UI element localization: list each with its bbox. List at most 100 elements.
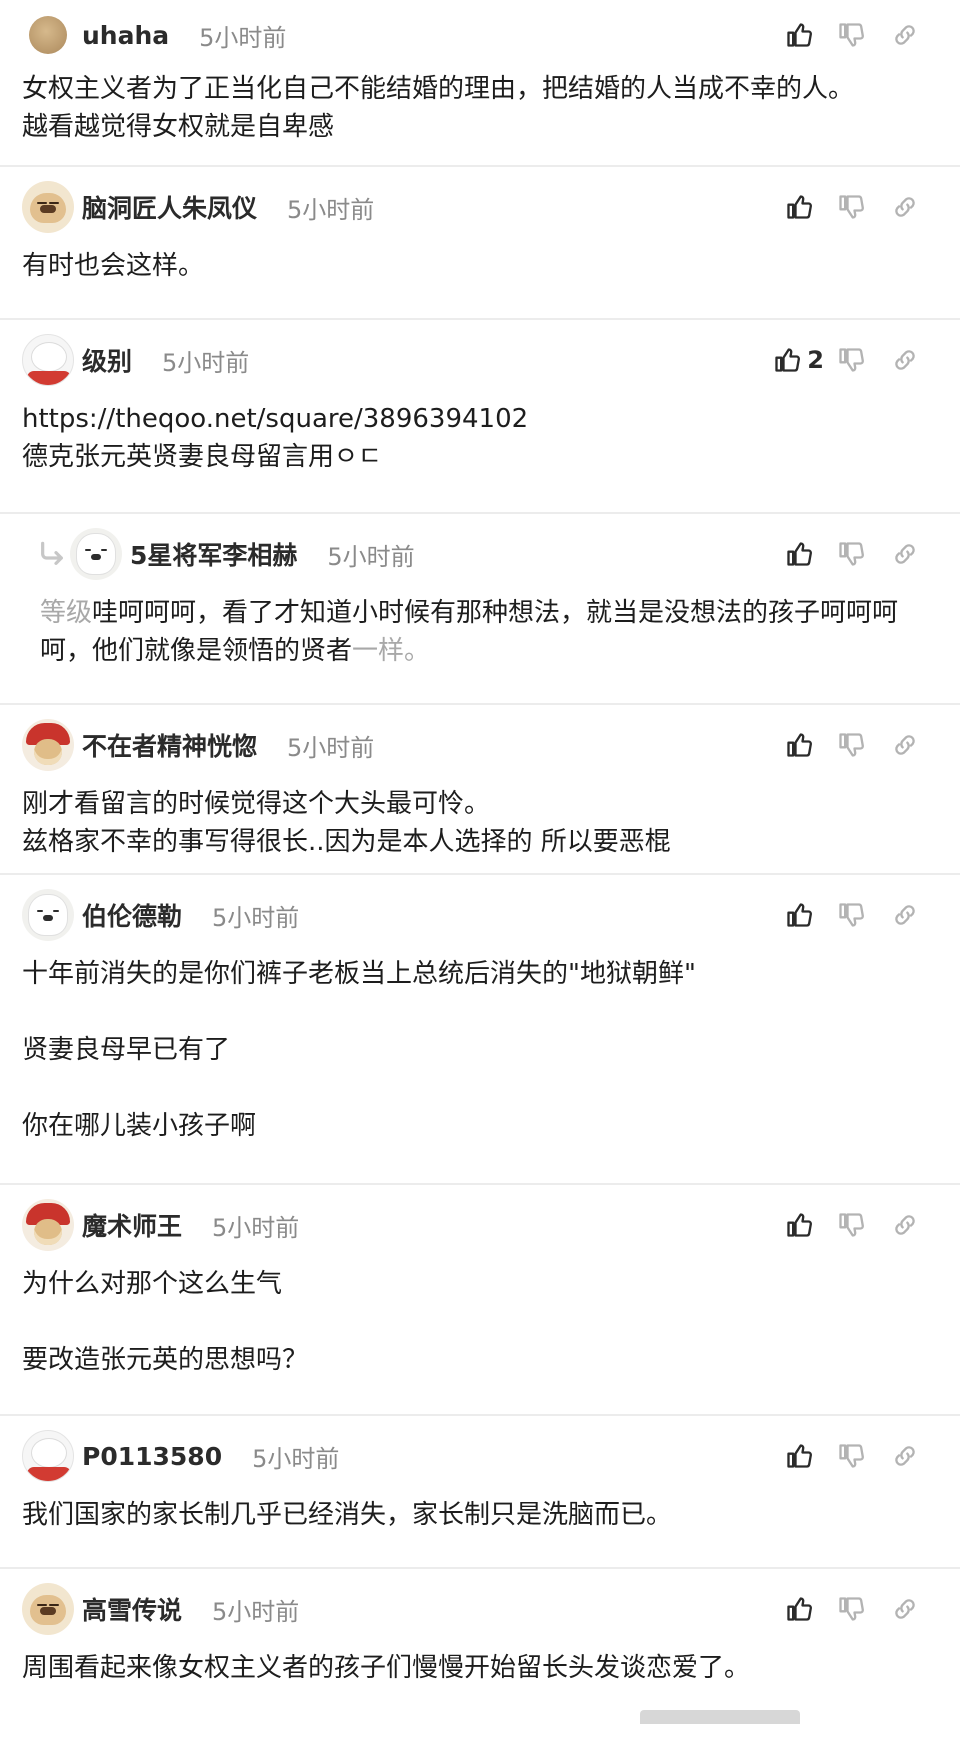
comment-header: 级别 5小时前 2 [22,320,932,400]
share-link-button[interactable] [878,1436,932,1476]
avatar[interactable] [22,1430,74,1482]
comment-line: 越看越觉得女权就是自卑感 [22,112,335,142]
avatar[interactable] [70,528,122,580]
dislike-button[interactable] [824,1205,878,1245]
user-level-tag: 等级 [40,598,93,628]
username[interactable]: 脑洞匠人朱凤仪 [82,189,257,225]
thumbs-down-icon [837,1442,865,1470]
share-link-button[interactable] [878,534,932,574]
comment-actions [774,167,932,247]
share-link-button[interactable] [878,187,932,227]
comment-header: 高雪传说 5小时前 [22,1569,932,1649]
like-button[interactable]: 2 [773,340,824,380]
avatar[interactable] [29,16,67,54]
comment-line: 德克张元英贤妻良母留言用ㅇㄷ [22,442,382,472]
thumbs-down-icon [837,346,865,374]
username[interactable]: 魔术师王 [82,1207,182,1243]
comment-text-faded: 一样。 [352,636,431,666]
comment-feed: uhaha 5小时前 女权主义者为了正当化自己不能结婚的理由，把结婚的人当成不幸… [0,0,960,1724]
timestamp: 5小时前 [252,1444,340,1473]
avatar[interactable] [22,889,74,941]
comment-header: uhaha 5小时前 [22,0,932,70]
username[interactable]: 不在者精神恍惚 [82,727,257,763]
like-button[interactable] [774,1205,824,1245]
username[interactable]: uhaha [82,21,169,50]
share-link-button[interactable] [878,1205,932,1245]
share-link-button[interactable] [878,1589,932,1629]
link-icon [891,901,919,929]
link-icon [891,1211,919,1239]
comment-actions: 2 [773,320,932,400]
username[interactable]: P0113580 [82,1442,222,1471]
link-icon [891,731,919,759]
timestamp: 5小时前 [212,1213,300,1242]
timestamp: 5小时前 [199,23,287,52]
comment-line: 十年前消失的是你们裤子老板当上总统后消失的"地狱朝鲜" [22,959,696,989]
link-icon [891,346,919,374]
avatar[interactable] [22,181,74,233]
dislike-button[interactable] [824,187,878,227]
dislike-button[interactable] [824,534,878,574]
comment-line: 周围看起来像女权主义者的孩子们慢慢开始留长头发谈恋爱了。 [22,1653,751,1683]
dislike-button[interactable] [824,340,878,380]
username[interactable]: 5星将军李相赫 [130,536,297,572]
dislike-button[interactable] [824,15,878,55]
link-icon [891,540,919,568]
like-button[interactable] [774,1589,824,1629]
reply-arrow-icon [36,538,68,570]
reply-comment-item: 5星将军李相赫 5小时前 等级哇呵呵呵，看了才知道小时候有那种想法，就当是没想法… [0,514,960,705]
comment-actions [774,514,932,594]
link-icon [891,193,919,221]
share-link-button[interactable] [878,340,932,380]
comment-link[interactable]: https://theqoo.net/square/3896394102 [22,400,932,438]
thumbs-up-icon [785,540,813,568]
timestamp: 5小时前 [327,542,415,571]
username[interactable]: 高雪传说 [82,1591,182,1627]
comment-header: 不在者精神恍惚 5小时前 [22,705,932,785]
avatar[interactable] [22,1583,74,1635]
thumbs-down-icon [837,540,865,568]
comment-item: 级别 5小时前 2 https://theqoo.net/square/3896… [0,320,960,514]
comment-line: 女权主义者为了正当化自己不能结婚的理由，把结婚的人当成不幸的人。 [22,74,855,104]
comment-header: 魔术师王 5小时前 [22,1185,932,1265]
avatar[interactable] [22,719,74,771]
like-button[interactable] [774,725,824,765]
comment-header: 伯伦德勒 5小时前 [22,875,932,955]
thumbs-up-icon [773,346,801,374]
like-button[interactable] [774,15,824,55]
comment-body: 等级哇呵呵呵，看了才知道小时候有那种想法，就当是没想法的孩子呵呵呵 呵，他们就像… [22,594,932,670]
thumbs-up-icon [785,1595,813,1623]
username[interactable]: 伯伦德勒 [82,897,182,933]
comment-body: 刚才看留言的时候觉得这个大头最可怜。 兹格家不幸的事写得很长..因为是本人选择的… [22,785,932,861]
comment-line: 等级哇呵呵呵，看了才知道小时候有那种想法，就当是没想法的孩子呵呵呵 [40,594,932,632]
share-link-button[interactable] [878,725,932,765]
dislike-button[interactable] [824,1436,878,1476]
avatar[interactable] [22,334,74,386]
share-link-button[interactable] [878,15,932,55]
link-icon [891,21,919,49]
comment-line: 贤妻良母早已有了 [22,1035,231,1065]
dislike-button[interactable] [824,1589,878,1629]
like-button[interactable] [774,1436,824,1476]
thumbs-up-icon [785,731,813,759]
thumbs-down-icon [837,901,865,929]
like-button[interactable] [774,187,824,227]
comment-body: 女权主义者为了正当化自己不能结婚的理由，把结婚的人当成不幸的人。 越看越觉得女权… [22,70,932,146]
comment-body: 我们国家的家长制几乎已经消失，家长制只是洗脑而已。 [22,1496,932,1534]
dislike-button[interactable] [824,895,878,935]
thumbs-up-icon [785,21,813,49]
dislike-button[interactable] [824,725,878,765]
like-button[interactable] [774,534,824,574]
thumbs-up-icon [785,193,813,221]
thumbs-down-icon [837,1595,865,1623]
username[interactable]: 级别 [82,342,132,378]
comment-line: 我们国家的家长制几乎已经消失，家长制只是洗脑而已。 [22,1500,673,1530]
timestamp: 5小时前 [162,348,250,377]
like-button[interactable] [774,895,824,935]
comment-item: 脑洞匠人朱凤仪 5小时前 有时也会这样。 [0,167,960,320]
avatar[interactable] [22,1199,74,1251]
share-link-button[interactable] [878,895,932,935]
comment-item: uhaha 5小时前 女权主义者为了正当化自己不能结婚的理由，把结婚的人当成不幸… [0,0,960,167]
